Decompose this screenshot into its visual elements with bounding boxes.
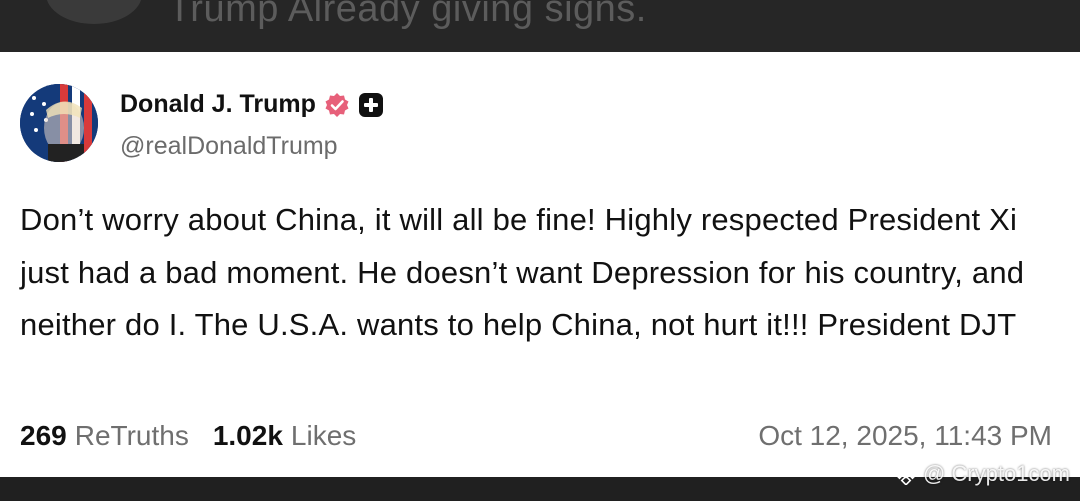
watermark-text: @ Crypto1com bbox=[922, 461, 1070, 486]
verified-badge-icon bbox=[324, 92, 350, 118]
binance-logo-icon bbox=[894, 462, 918, 486]
author-row: Donald J. Trump bbox=[120, 90, 384, 119]
post-stats: 269 ReTruths 1.02k Likes bbox=[20, 420, 356, 452]
previous-post-text: Trump Already giving signs. bbox=[168, 0, 647, 30]
plus-badge-icon bbox=[358, 92, 384, 118]
previous-post-avatar bbox=[46, 0, 142, 24]
likes-count[interactable]: 1.02k bbox=[213, 420, 283, 452]
previous-post-strip: Trump Already giving signs. bbox=[0, 0, 1080, 52]
post-card: Donald J. Trump @realDonaldTrump Don’t w… bbox=[0, 52, 1080, 477]
retruths-count[interactable]: 269 bbox=[20, 420, 67, 452]
retruths-label[interactable]: ReTruths bbox=[75, 420, 189, 452]
avatar-icon[interactable] bbox=[20, 84, 98, 162]
author-handle[interactable]: @realDonaldTrump bbox=[120, 132, 338, 161]
watermark: @ Crypto1com bbox=[894, 461, 1070, 487]
post-body-text: Don’t worry about China, it will all be … bbox=[20, 202, 1025, 342]
avatar-image bbox=[20, 84, 98, 162]
likes-label[interactable]: Likes bbox=[291, 420, 356, 452]
post-timestamp[interactable]: Oct 12, 2025, 11:43 PM bbox=[758, 420, 1052, 452]
author-display-name[interactable]: Donald J. Trump bbox=[120, 90, 316, 119]
